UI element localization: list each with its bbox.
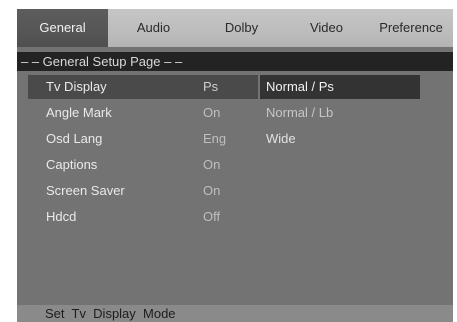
setting-value: On [203, 105, 221, 120]
tab-video[interactable]: Video [284, 9, 369, 47]
setting-row-angle-mark[interactable]: Angle Mark On [28, 101, 258, 125]
tab-general[interactable]: General [17, 9, 108, 47]
setting-label: Screen Saver [46, 183, 125, 198]
option-normal-ps[interactable]: Normal / Ps [260, 75, 420, 99]
setting-row-captions[interactable]: Captions On [28, 153, 258, 177]
setting-row-osd-lang[interactable]: Osd Lang Eng [28, 127, 258, 151]
setting-value: Eng [203, 131, 227, 146]
setting-row-tv-display[interactable]: Tv Display Ps [28, 75, 258, 99]
setting-value: On [203, 157, 221, 172]
setting-row-hdcd[interactable]: Hdcd Off [28, 205, 258, 229]
setting-value: On [203, 183, 221, 198]
status-hint: Set Tv Display Mode [17, 305, 453, 322]
setting-value: Off [203, 209, 221, 224]
setting-label: Captions [46, 157, 98, 172]
page-header: – – General Setup Page – – [17, 52, 453, 71]
setting-value: Ps [203, 79, 219, 94]
tab-bar: General Audio Dolby Video Preference [17, 9, 453, 47]
option-wide[interactable]: Wide [260, 127, 420, 151]
setting-label: Tv Display [46, 79, 107, 94]
setting-row-screen-saver[interactable]: Screen Saver On [28, 179, 258, 203]
setting-label: Osd Lang [46, 131, 103, 146]
setup-menu: General Audio Dolby Video Preference – –… [17, 9, 453, 322]
tab-audio[interactable]: Audio [108, 9, 199, 47]
setting-label: Angle Mark [46, 105, 112, 120]
tab-dolby[interactable]: Dolby [199, 9, 284, 47]
tab-preference[interactable]: Preference [369, 9, 453, 47]
option-normal-lb[interactable]: Normal / Lb [260, 101, 420, 125]
setting-label: Hdcd [46, 209, 77, 224]
